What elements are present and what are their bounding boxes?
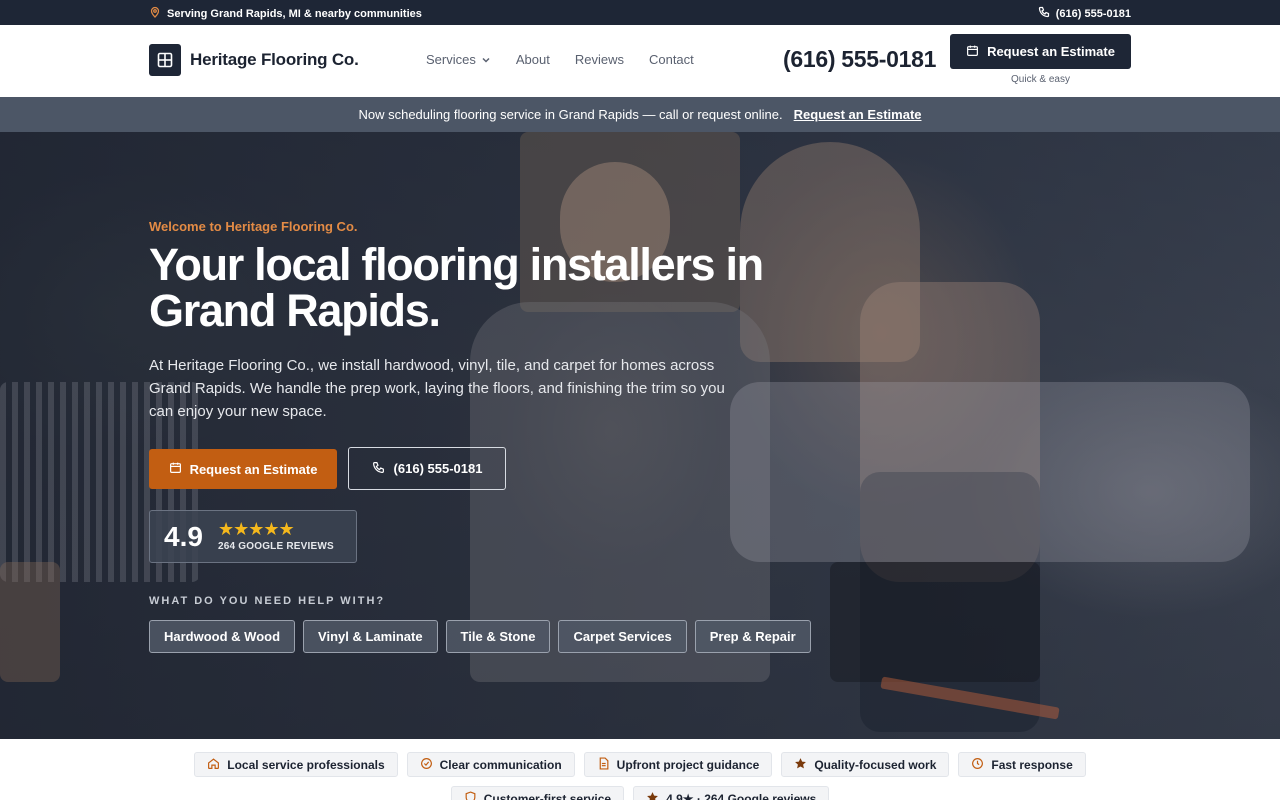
main-nav: Services About Reviews Contact (426, 52, 694, 67)
trust-strip: Local service professionals Clear commun… (0, 739, 1280, 800)
brand-name: Heritage Flooring Co. (190, 50, 359, 69)
hero-estimate-button[interactable]: Request an Estimate (149, 449, 337, 489)
chip-tile[interactable]: Tile & Stone (445, 620, 551, 653)
trust-pill-label: Clear communication (439, 757, 562, 772)
service-area-text: Serving Grand Rapids, MI & nearby commun… (167, 7, 422, 20)
trust-pill: 4.9★ · 264 Google reviews (633, 786, 830, 800)
star-icon (646, 791, 659, 800)
service-area: Serving Grand Rapids, MI & nearby commun… (149, 6, 422, 21)
trust-pill: Upfront project guidance (583, 752, 773, 777)
clock-icon (971, 757, 984, 773)
rating-count: 264 GOOGLE REVIEWS (218, 541, 334, 552)
calendar-icon (966, 44, 979, 60)
hero-content: Welcome to Heritage Flooring Co. Your lo… (149, 132, 849, 739)
trust-pill: Clear communication (406, 752, 575, 777)
trust-pill-label: Customer-first service (483, 791, 612, 800)
phone-icon (1038, 6, 1050, 21)
hero-headline: Your local flooring installers in Grand … (149, 239, 764, 336)
nav-services-label: Services (426, 52, 476, 67)
star-icon (794, 757, 807, 773)
nav-about[interactable]: About (516, 52, 550, 67)
trust-row: Local service professionals Clear commun… (0, 752, 1280, 777)
estimate-subtext: Quick & easy (1011, 74, 1070, 85)
trust-pill-label: Fast response (991, 757, 1073, 772)
trust-pill: Fast response (958, 752, 1086, 777)
nav-reviews[interactable]: Reviews (575, 52, 624, 67)
site-header: Heritage Flooring Co. Services About Rev… (0, 25, 1280, 97)
google-rating-badge: 4.9 ★★★★★ 264 GOOGLE REVIEWS (149, 510, 357, 563)
announcement-bar: Now scheduling flooring service in Grand… (0, 97, 1280, 132)
trust-pill: Customer-first service (450, 786, 625, 800)
service-chips: Hardwood & Wood Vinyl & Laminate Tile & … (149, 620, 811, 653)
top-bar: Serving Grand Rapids, MI & nearby commun… (0, 0, 1280, 25)
trust-pill: Local service professionals (194, 752, 398, 777)
header-estimate-button[interactable]: Request an Estimate (950, 34, 1131, 69)
header-estimate-label: Request an Estimate (987, 44, 1115, 59)
trust-row: Customer-first service 4.9★ · 264 Google… (0, 786, 1280, 800)
topbar-phone-text: (616) 555-0181 (1055, 7, 1131, 20)
hero-lead: At Heritage Flooring Co., we install har… (149, 357, 725, 420)
chip-hardwood[interactable]: Hardwood & Wood (149, 620, 296, 653)
calendar-icon (169, 461, 182, 477)
rating-score: 4.9 (164, 521, 203, 552)
hero-eyebrow: Welcome to Heritage Flooring Co. (149, 219, 358, 234)
hero-section: Welcome to Heritage Flooring Co. Your lo… (0, 132, 1280, 739)
services-prompt: WHAT DO YOU NEED HELP WITH? (149, 595, 386, 607)
chevron-down-icon (481, 55, 491, 65)
trust-pill-label: Quality-focused work (814, 757, 937, 772)
shield-icon (464, 790, 477, 800)
announcement-text: Now scheduling flooring service in Grand… (358, 107, 783, 122)
trust-pill-label: Upfront project guidance (616, 757, 760, 772)
brand-logo[interactable]: Heritage Flooring Co. (149, 44, 359, 76)
map-pin-icon (149, 6, 161, 21)
chip-prep-repair[interactable]: Prep & Repair (694, 620, 811, 653)
check-circle-icon (420, 757, 433, 773)
home-icon (207, 757, 220, 773)
nav-services[interactable]: Services (426, 52, 491, 67)
document-icon (597, 756, 610, 773)
hero-estimate-label: Request an Estimate (189, 461, 318, 477)
chip-carpet[interactable]: Carpet Services (558, 620, 687, 653)
grid-logo-icon (149, 44, 181, 76)
hero-call-label: (616) 555-0181 (393, 461, 483, 476)
phone-icon (372, 461, 385, 477)
trust-pill-label: Local service professionals (227, 757, 385, 772)
hero-call-button[interactable]: (616) 555-0181 (348, 447, 506, 490)
announcement-estimate-link[interactable]: Request an Estimate (794, 107, 922, 122)
header-phone-link[interactable]: (616) 555-0181 (783, 46, 936, 73)
chip-vinyl[interactable]: Vinyl & Laminate (303, 620, 438, 653)
trust-pill-label: 4.9★ · 264 Google reviews (666, 791, 817, 800)
nav-contact[interactable]: Contact (649, 52, 694, 67)
topbar-phone-link[interactable]: (616) 555-0181 (1038, 6, 1131, 21)
rating-stars: ★★★★★ (218, 519, 295, 539)
trust-pill: Quality-focused work (781, 752, 950, 777)
